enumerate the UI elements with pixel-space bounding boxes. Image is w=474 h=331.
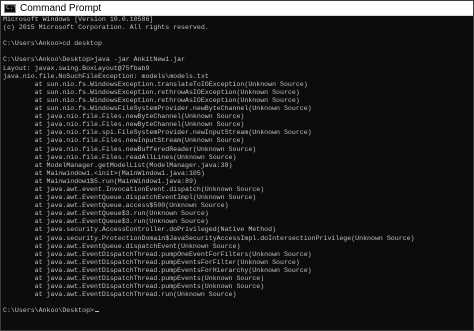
command-prompt-icon: C:\ bbox=[4, 4, 17, 13]
console-line: at java.nio.file.Files.readAllLines(Unkn… bbox=[3, 153, 237, 161]
console-line: Layout: javax.swing.BoxLayout@75fbab9 bbox=[3, 64, 150, 72]
console-line: at ModelManager.getModelList(ModelManage… bbox=[3, 161, 233, 169]
console-line: (c) 2015 Microsoft Corporation. All righ… bbox=[3, 24, 209, 32]
console-line: at Mainwindow1$5.run(MainWindow1.java:89… bbox=[3, 177, 197, 185]
console-line: at java.awt.EventDispatchThread.pumpEven… bbox=[3, 258, 300, 266]
console-line: at Mainwindow1.<init>(MainWindow1.java:1… bbox=[3, 169, 205, 177]
console-line: at java.security.ProtectionDomain$JavaSe… bbox=[3, 234, 415, 242]
console-line: at java.security.AccessController.doPriv… bbox=[3, 226, 277, 234]
console-line: at java.nio.file.Files.newInputStream(Un… bbox=[3, 137, 245, 145]
console-line: at java.awt.event.InvocationEvent.dispat… bbox=[3, 185, 265, 193]
text-cursor bbox=[95, 311, 100, 313]
console-line: at java.awt.EventDispatchThread.pumpOneE… bbox=[3, 250, 312, 258]
console-line: at sun.nio.fs.WindowsException.translate… bbox=[3, 80, 308, 88]
console-line: Microsoft Windows [Version 10.0.10586] bbox=[3, 16, 154, 23]
console-line: at java.nio.file.Files.newBufferedReader… bbox=[3, 145, 257, 153]
console-line: C:\Users\Ankoo>cd desktop bbox=[3, 40, 102, 48]
console-line: at java.awt.EventDispatchThread.pumpEven… bbox=[3, 283, 265, 291]
console-line: at java.awt.EventQueue.dispatchEventImpl… bbox=[3, 194, 257, 202]
console-line: at java.nio.file.spi.FileSystemProvider.… bbox=[3, 129, 312, 137]
console-line: at java.awt.EventQueue.access$500(Unknow… bbox=[3, 202, 229, 210]
prompt-text: C:\Users\Ankoo\Desktop> bbox=[3, 307, 95, 315]
console-line: C:\Users\Ankoo\Desktop>java -jar AnkitNe… bbox=[3, 56, 186, 64]
console-line: at java.nio.file.Files.newByteChannel(Un… bbox=[3, 121, 245, 129]
console-line: at java.awt.EventQueue$3.run(Unknown Sou… bbox=[3, 210, 209, 218]
console-line: at sun.nio.fs.WindowsFileSystemProvider.… bbox=[3, 105, 312, 113]
prompt-line[interactable]: C:\Users\Ankoo\Desktop> bbox=[3, 307, 471, 315]
title-bar[interactable]: C:\ Command Prompt bbox=[1, 1, 473, 16]
console-line: at java.awt.EventQueue.dispatchEvent(Unk… bbox=[3, 242, 241, 250]
console-line: at java.nio.file.Files.newByteChannel(Un… bbox=[3, 113, 245, 121]
window-title: Command Prompt bbox=[20, 3, 102, 14]
console-line: at sun.nio.fs.WindowsException.rethrowAs… bbox=[3, 88, 300, 96]
console-output[interactable]: Microsoft Windows [Version 10.0.10586] (… bbox=[3, 16, 471, 330]
console-line: at java.awt.EventDispatchThread.pumpEven… bbox=[3, 266, 312, 274]
console-line: java.nio.file.NoSuchFileException: model… bbox=[3, 72, 209, 80]
console-line: at java.awt.EventDispatchThread.run(Unkn… bbox=[3, 291, 237, 299]
console-line: at sun.nio.fs.WindowsException.rethrowAs… bbox=[3, 96, 300, 104]
command-prompt-window: C:\ Command Prompt Microsoft Windows [Ve… bbox=[0, 0, 474, 331]
console-line: at java.awt.EventDispatchThread.pumpEven… bbox=[3, 275, 265, 282]
scrollbar[interactable] bbox=[470, 16, 473, 330]
console-line: at java.awt.EventQueue$3.run(Unknown Sou… bbox=[3, 218, 209, 226]
